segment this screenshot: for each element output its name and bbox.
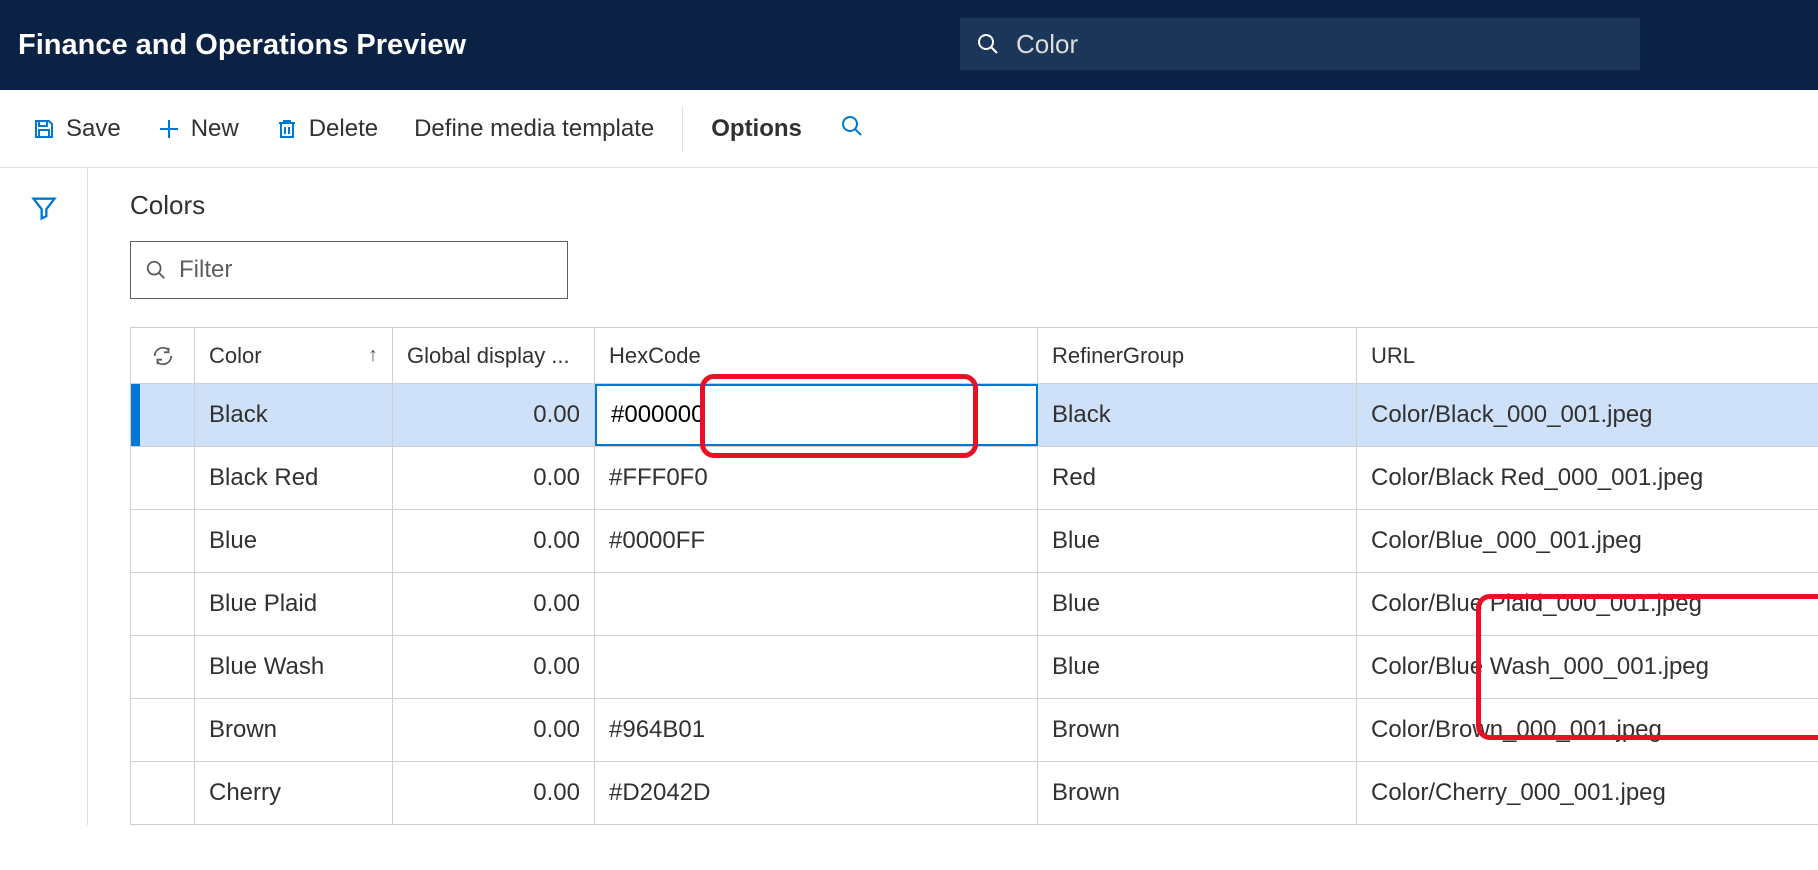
app-header: Finance and Operations Preview Color — [0, 0, 1818, 90]
cell-color[interactable]: Cherry — [195, 762, 393, 824]
filter-placeholder: Filter — [179, 256, 232, 284]
cell-refinergroup[interactable]: Brown — [1038, 762, 1357, 824]
row-selector-cell[interactable] — [131, 510, 195, 572]
options-button[interactable]: Options — [693, 107, 820, 151]
cell-color[interactable]: Blue Plaid — [195, 573, 393, 635]
section-title: Colors — [130, 190, 1818, 221]
column-header-color[interactable]: Color ↑ — [195, 328, 393, 383]
cell-url[interactable]: Color/Blue Plaid_000_001.jpeg — [1357, 573, 1818, 635]
cell-color[interactable]: Black Red — [195, 447, 393, 509]
cell-url[interactable]: Color/Blue Wash_000_001.jpeg — [1357, 636, 1818, 698]
table-row[interactable]: Brown0.00#964B01BrownColor/Brown_000_001… — [131, 699, 1818, 762]
new-button[interactable]: New — [139, 107, 257, 151]
search-icon — [840, 114, 864, 138]
cell-hexcode[interactable]: #964B01 — [595, 699, 1038, 761]
row-selector-cell[interactable] — [131, 447, 195, 509]
table-row[interactable]: Black Red0.00#FFF0F0RedColor/Black Red_0… — [131, 447, 1818, 510]
cell-url[interactable]: Color/Blue_000_001.jpeg — [1357, 510, 1818, 572]
cell-url[interactable]: Color/Black Red_000_001.jpeg — [1357, 447, 1818, 509]
cell-color[interactable]: Brown — [195, 699, 393, 761]
cell-url[interactable]: Color/Black_000_001.jpeg — [1357, 384, 1818, 446]
cell-refinergroup[interactable]: Black — [1038, 384, 1357, 446]
grid-header: Color ↑ Global display ... HexCode Refin… — [131, 328, 1818, 384]
cell-hexcode[interactable]: #D2042D — [595, 762, 1038, 824]
column-header-url[interactable]: URL — [1357, 328, 1818, 383]
global-search[interactable]: Color — [960, 18, 1640, 70]
cell-hexcode[interactable]: #0000FF — [595, 510, 1038, 572]
left-rail — [0, 168, 88, 825]
cell-global-display[interactable]: 0.00 — [393, 636, 595, 698]
cell-refinergroup[interactable]: Red — [1038, 447, 1357, 509]
cell-refinergroup[interactable]: Blue — [1038, 573, 1357, 635]
cell-global-display[interactable]: 0.00 — [393, 447, 595, 509]
save-button[interactable]: Save — [14, 107, 139, 151]
row-selector-cell[interactable] — [131, 699, 195, 761]
column-header-global-display[interactable]: Global display ... — [393, 328, 595, 383]
table-row[interactable]: Black0.00BlackColor/Black_000_001.jpeg — [131, 384, 1818, 447]
main-content: Colors Filter Color ↑ Global display ...… — [88, 168, 1818, 825]
toolbar-separator — [682, 106, 683, 152]
row-selector-cell[interactable] — [131, 762, 195, 824]
cell-global-display[interactable]: 0.00 — [393, 573, 595, 635]
cell-refinergroup[interactable]: Blue — [1038, 510, 1357, 572]
grid-filter-input[interactable]: Filter — [130, 241, 568, 299]
cell-global-display[interactable]: 0.00 — [393, 699, 595, 761]
cell-global-display[interactable]: 0.00 — [393, 384, 595, 446]
trash-icon — [275, 117, 299, 141]
define-media-template-button[interactable]: Define media template — [396, 107, 672, 151]
cell-hexcode[interactable]: #FFF0F0 — [595, 447, 1038, 509]
column-header-hexcode[interactable]: HexCode — [595, 328, 1038, 383]
cell-color[interactable]: Black — [195, 384, 393, 446]
save-label: Save — [66, 115, 121, 143]
refresh-column-button[interactable] — [131, 328, 195, 383]
cell-url[interactable]: Color/Brown_000_001.jpeg — [1357, 699, 1818, 761]
action-toolbar: Save New Delete Define media template Op… — [0, 90, 1818, 168]
hexcode-input[interactable] — [597, 386, 1036, 444]
cell-url[interactable]: Color/Cherry_000_001.jpeg — [1357, 762, 1818, 824]
cell-refinergroup[interactable]: Brown — [1038, 699, 1357, 761]
cell-color[interactable]: Blue Wash — [195, 636, 393, 698]
refresh-icon — [152, 345, 174, 367]
table-row[interactable]: Blue Plaid0.00 BlueColor/Blue Plaid_000_0… — [131, 573, 1818, 636]
search-icon — [976, 32, 1000, 56]
global-search-value: Color — [1016, 29, 1078, 60]
cell-color[interactable]: Blue — [195, 510, 393, 572]
toolbar-search-button[interactable] — [840, 114, 864, 144]
delete-button[interactable]: Delete — [257, 107, 396, 151]
filter-pane-button[interactable] — [30, 194, 58, 825]
cell-refinergroup[interactable]: Blue — [1038, 636, 1357, 698]
search-icon — [145, 259, 167, 281]
cell-global-display[interactable]: 0.00 — [393, 762, 595, 824]
table-row[interactable]: Blue0.00#0000FFBlueColor/Blue_000_001.jp… — [131, 510, 1818, 573]
row-selector-cell[interactable] — [131, 636, 195, 698]
define-media-label: Define media template — [414, 115, 654, 143]
column-header-refinergroup[interactable]: RefinerGroup — [1038, 328, 1357, 383]
filter-icon — [30, 194, 58, 222]
table-row[interactable]: Cherry0.00#D2042DBrownColor/Cherry_000_0… — [131, 762, 1818, 825]
table-row[interactable]: Blue Wash0.00 BlueColor/Blue Wash_000_001… — [131, 636, 1818, 699]
plus-icon — [157, 117, 181, 141]
new-label: New — [191, 115, 239, 143]
cell-global-display[interactable]: 0.00 — [393, 510, 595, 572]
delete-label: Delete — [309, 115, 378, 143]
sort-ascending-icon: ↑ — [368, 344, 378, 367]
app-title: Finance and Operations Preview — [18, 29, 466, 62]
save-icon — [32, 117, 56, 141]
row-selector-cell[interactable] — [131, 573, 195, 635]
cell-hexcode[interactable] — [595, 636, 1038, 698]
colors-grid: Color ↑ Global display ... HexCode Refin… — [130, 327, 1818, 825]
row-selector-cell[interactable] — [131, 384, 195, 446]
options-label: Options — [711, 115, 802, 143]
cell-hexcode[interactable] — [595, 384, 1038, 446]
column-header-color-label: Color — [209, 343, 262, 369]
cell-hexcode[interactable] — [595, 573, 1038, 635]
